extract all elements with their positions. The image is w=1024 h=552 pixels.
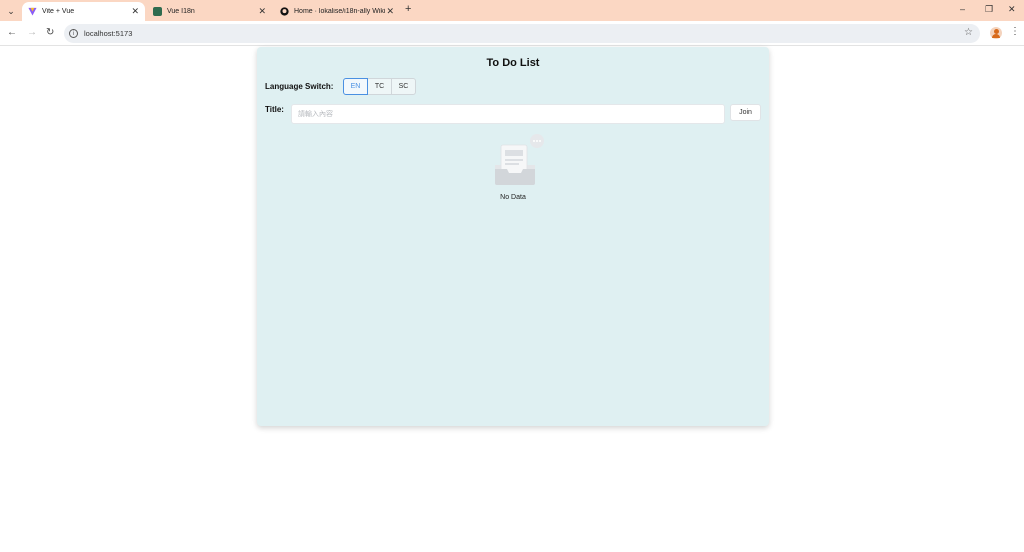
join-button[interactable]: Join	[730, 104, 761, 121]
minimize-icon[interactable]: –	[960, 4, 965, 14]
browser-tab-strip: ⌄ Vite + Vue ✕ Vue I18n ✕ Home · lokalis…	[0, 0, 1024, 21]
close-icon[interactable]: ✕	[386, 6, 394, 17]
forward-arrow-icon[interactable]: →	[27, 27, 37, 38]
browser-toolbar: ← → ↻ i localhost:5173 ☆ ⋮	[0, 21, 1024, 46]
language-button-tc[interactable]: TC	[367, 78, 392, 95]
profile-avatar-icon[interactable]	[990, 27, 1002, 39]
todo-card: To Do List Language Switch: EN TC SC Tit…	[257, 47, 769, 426]
language-switch-group: EN TC SC	[343, 78, 416, 95]
empty-inbox-icon	[495, 134, 544, 185]
vue-i18n-icon	[153, 7, 162, 16]
close-icon[interactable]: ✕	[131, 6, 139, 17]
language-button-en[interactable]: EN	[343, 78, 368, 95]
tab-search-button[interactable]: ⌄	[4, 4, 18, 18]
window-close-icon[interactable]: ✕	[1008, 4, 1016, 15]
empty-state-text: No Data	[500, 194, 526, 201]
tab-title: Vite + Vue	[42, 8, 75, 15]
close-icon[interactable]: ✕	[258, 6, 266, 17]
restore-icon[interactable]: ❐	[985, 4, 993, 15]
tab-title: Vue I18n	[167, 8, 195, 15]
tab-i18n-ally-wiki[interactable]: Home · lokalise/i18n-ally Wiki ✕	[274, 2, 400, 21]
address-bar[interactable]: i localhost:5173 ☆	[64, 24, 980, 43]
new-tab-button[interactable]: +	[405, 3, 411, 15]
page-title: To Do List	[486, 57, 540, 69]
tab-vite-vue[interactable]: Vite + Vue ✕	[22, 2, 145, 21]
language-switch-label: Language Switch:	[265, 82, 334, 91]
bookmark-star-icon[interactable]: ☆	[964, 27, 973, 38]
github-icon	[280, 7, 289, 16]
tab-title: Home · lokalise/i18n-ally Wiki	[294, 8, 386, 15]
title-label: Title:	[265, 105, 284, 114]
tab-vue-i18n[interactable]: Vue I18n ✕	[147, 2, 272, 21]
site-info-icon[interactable]: i	[69, 29, 78, 38]
title-input[interactable]	[291, 104, 725, 124]
reload-icon[interactable]: ↻	[46, 27, 54, 38]
vite-icon	[28, 7, 37, 16]
language-button-sc[interactable]: SC	[391, 78, 416, 95]
more-menu-icon[interactable]: ⋮	[1010, 26, 1020, 37]
back-arrow-icon[interactable]: ←	[7, 27, 17, 38]
url-text[interactable]: localhost:5173	[84, 29, 132, 38]
